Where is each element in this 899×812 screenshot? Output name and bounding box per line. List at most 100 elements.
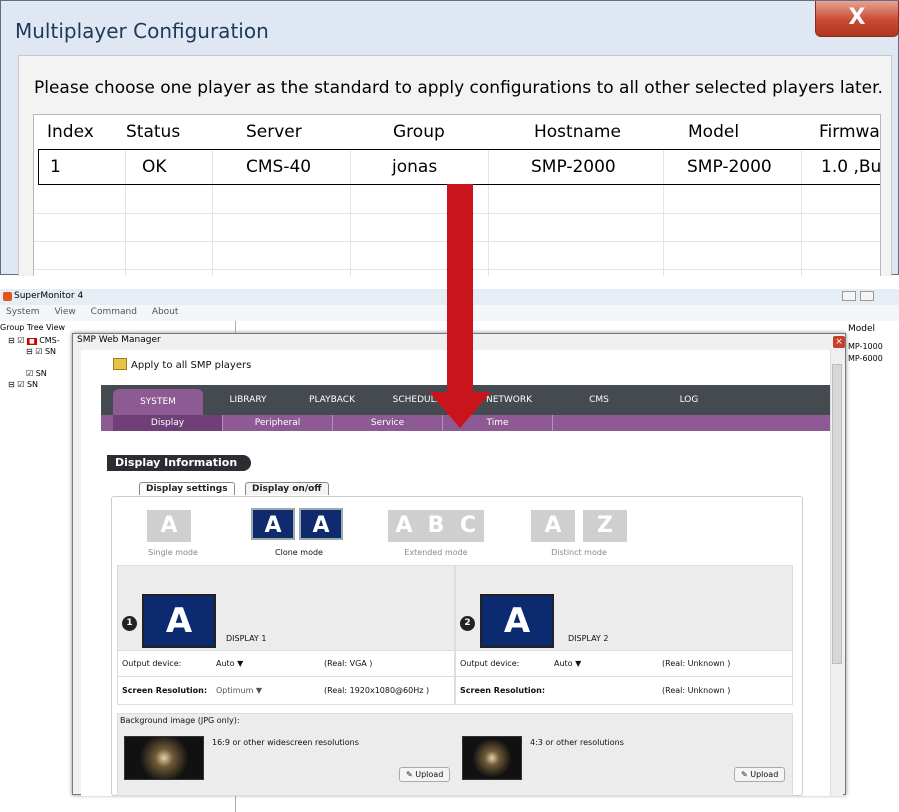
display-number-badge: 2 [460,616,475,631]
subtab-peripheral[interactable]: Peripheral [223,415,333,431]
tree-item-label: SN [26,380,39,389]
web-manager-title: SMP Web Manager [77,335,161,345]
subtab-display[interactable]: Display [113,415,223,431]
tab-system[interactable]: SYSTEM [113,389,203,415]
tree-item-cms[interactable]: ⊟ ☑ ■ CMS- [8,336,60,345]
cell-index: 1 [50,157,61,177]
tree-item-smp[interactable]: ⊟ ☑ SN [8,380,38,389]
cell-hostname: SMP-2000 [531,157,616,177]
group-tree-label: Group Tree View [0,323,66,332]
resolution-select[interactable]: Optimum ▼ [216,686,262,695]
arrow-head [429,392,491,428]
mode-monitor-icon: A [147,510,191,542]
resolution-row: Screen Resolution: (Real: Unknown ) [456,676,792,704]
standard-thumbnail [462,736,522,780]
mode-monitor-icon: A [251,508,295,540]
menu-view[interactable]: View [54,307,75,317]
maximize-button[interactable] [860,291,874,301]
resolution-row: Screen Resolution: Optimum ▼ (Real: 1920… [118,676,454,704]
mode-monitor-icon: C [452,510,484,542]
upload-button[interactable]: ✎ Upload [399,767,451,782]
cell-group: jonas [392,157,438,177]
tab-library[interactable]: LIBRARY [213,385,283,415]
tree-item-smp[interactable]: ☑ SN [26,369,47,378]
upload-button[interactable]: ✎ Upload [734,767,786,782]
mode-label: Clone mode [275,548,323,557]
mode-monitor-icon: A [299,508,343,540]
output-device-row: Output device: Auto ▼ (Real: VGA ) [118,650,454,676]
upload-label: Upload [415,770,444,779]
cell-firmware: 1.0 ,Bu [821,157,881,177]
tab-display-settings[interactable]: Display settings [139,482,235,495]
display-name: DISPLAY 1 [226,634,267,643]
mode-monitor-icon: Z [583,510,627,542]
background-image-panel: Background image (JPG only): 16:9 or oth… [117,713,793,796]
display-name: DISPLAY 2 [568,634,609,643]
subtab-service[interactable]: Service [333,415,443,431]
mode-monitor-icon: A [531,510,575,542]
output-device-label: Output device: [460,659,520,668]
output-device-select[interactable]: Auto ▼ [554,659,581,668]
tab-log[interactable]: LOG [649,385,729,415]
output-device-real: (Real: Unknown ) [662,659,731,668]
cell-status: OK [142,157,167,177]
column-header-index[interactable]: Index [47,122,94,142]
mode-label: Distinct mode [551,548,607,557]
minimize-button[interactable] [842,291,856,301]
tree-item-label: SN [35,369,47,378]
widescreen-thumbnail [124,736,204,780]
column-header-model[interactable]: Model [688,122,739,142]
dialog-title: Multiplayer Configuration [15,19,269,43]
apply-icon [113,358,127,370]
vertical-scrollbar[interactable] [830,350,843,796]
scrollbar-thumb[interactable] [832,364,842,664]
menu-about[interactable]: About [152,307,179,317]
close-icon[interactable]: × [833,336,845,348]
mode-monitor-icon: B [420,510,452,542]
grid-header-model[interactable]: Model [848,324,875,334]
instruction-text: Please choose one player as the standard… [34,78,883,98]
arrow-shaft [447,184,473,396]
window-title: SuperMonitor 4 [14,291,84,301]
tab-cms[interactable]: CMS [559,385,639,415]
tab-display-onoff[interactable]: Display on/off [245,482,329,495]
mode-label: Extended mode [404,548,468,557]
table-row[interactable]: 1 OK CMS-40 jonas SMP-2000 SMP-2000 1.0 … [38,149,881,185]
menu-command[interactable]: Command [91,307,137,317]
section-title: Display Information [107,455,252,471]
output-device-row: Output device: Auto ▼ (Real: Unknown ) [456,650,792,676]
cell-model: SMP-2000 [687,157,772,177]
resolution-label: Screen Resolution: [460,686,546,695]
grid-cell-model: MP-1000 [848,342,883,351]
column-header-group[interactable]: Group [393,122,445,142]
cell-server: CMS-40 [246,157,312,177]
resolution-label: Screen Resolution: [122,686,208,695]
column-header-status[interactable]: Status [126,122,180,142]
monitor-icon: A [480,594,554,648]
resolution-real: (Real: Unknown ) [662,686,731,695]
column-header-hostname[interactable]: Hostname [534,122,621,142]
output-device-select[interactable]: Auto ▼ [216,659,243,668]
tab-playback[interactable]: PLAYBACK [293,385,371,415]
arrow-down-icon [429,392,491,428]
output-device-real: (Real: VGA ) [324,659,373,668]
menu-system[interactable]: System [6,307,40,317]
resolution-real: (Real: 1920x1080@60Hz ) [324,686,430,695]
tree-item-smp[interactable]: ⊟ ☑ SN [26,347,56,356]
close-button[interactable]: X [815,1,899,37]
display-2-panel: 2 A DISPLAY 2 Output device: Auto ▼ (Rea… [455,565,793,705]
standard-label: 4:3 or other resolutions [530,738,624,747]
grid-cell-model: MP-6000 [848,354,883,363]
monitor-icon: A [142,594,216,648]
tree-item-label: CMS- [39,336,60,345]
mode-monitor-icon: A [388,510,420,542]
column-header-firmware[interactable]: Firmwar [819,122,880,142]
background-label: Background image (JPG only): [120,716,240,725]
tree-item-label: SN [44,347,57,356]
apply-all-link[interactable]: Apply to all SMP players [131,360,251,371]
display-1-panel: 1 A DISPLAY 1 Output device: Auto ▼ (Rea… [117,565,455,705]
column-header-server[interactable]: Server [246,122,302,142]
output-device-label: Output device: [122,659,182,668]
display-number-badge: 1 [122,616,137,631]
widescreen-label: 16:9 or other widescreen resolutions [212,738,359,747]
